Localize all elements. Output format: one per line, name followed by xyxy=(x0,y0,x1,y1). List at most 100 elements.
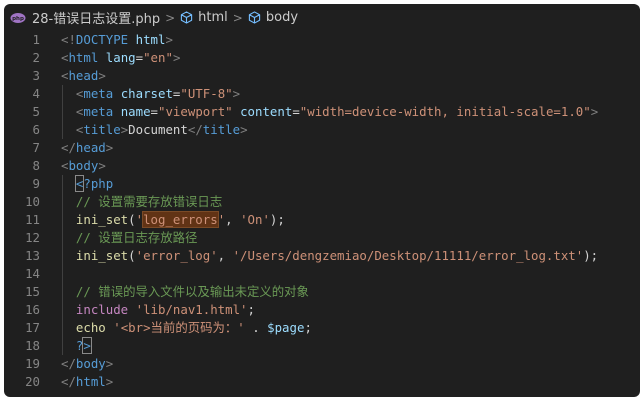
code-token: ); xyxy=(269,212,285,227)
breadcrumb-separator: > xyxy=(232,10,243,25)
code-line[interactable]: 18 ?> xyxy=(4,337,640,355)
code-token: </ xyxy=(61,374,76,389)
line-number: 5 xyxy=(32,104,40,119)
code-text: <title>Document</title> xyxy=(61,121,248,139)
line-number: 18 xyxy=(25,338,40,353)
code-token: title xyxy=(83,122,121,137)
code-line[interactable]: 4 <meta charset="UTF-8"> xyxy=(4,85,640,103)
code-line[interactable]: 11 ini_set('log_errors', 'On'); xyxy=(4,211,640,229)
code-token: content xyxy=(240,104,293,119)
code-line[interactable]: 6 <title>Document</title> xyxy=(4,121,640,139)
line-number: 10 xyxy=(25,194,40,209)
code-token: 'error_log' xyxy=(135,248,218,263)
code-token: echo xyxy=(75,320,106,335)
code-line[interactable]: 15 // 错误的导入文件以及输出未定义的对象 xyxy=(4,283,640,301)
line-number: 2 xyxy=(32,50,40,65)
code-token: '/Users/dengzemiao/Desktop/11111/error_l… xyxy=(232,248,584,263)
code-token: body xyxy=(75,356,106,371)
code-token: include xyxy=(75,302,129,317)
breadcrumb-file[interactable]: php 28-错误日志设置.php xyxy=(10,8,160,27)
code-token: html xyxy=(135,32,166,47)
code-token: // 设置日志存放路径 xyxy=(75,230,198,245)
code-line[interactable]: 5 <meta name="viewport" content="width=d… xyxy=(4,103,640,121)
line-number: 16 xyxy=(25,302,40,317)
code-token: // 错误的导入文件以及输出未定义的对象 xyxy=(75,284,309,299)
indent-guide xyxy=(62,265,63,283)
svg-text:php: php xyxy=(12,16,24,22)
code-line[interactable]: 13 ini_set('error_log', '/Users/dengzemi… xyxy=(4,247,640,265)
line-number: 8 xyxy=(32,158,40,173)
code-token: "en" xyxy=(143,50,173,65)
code-line[interactable]: 3 <head> xyxy=(4,67,640,85)
code-token: "viewport" xyxy=(158,104,233,119)
code-token: ; xyxy=(247,302,255,317)
line-number: 4 xyxy=(32,86,40,101)
code-token: > xyxy=(590,104,599,119)
code-line[interactable]: 12 // 设置日志存放路径 xyxy=(4,229,640,247)
line-number: 19 xyxy=(25,356,40,371)
line-number: 6 xyxy=(32,122,40,137)
breadcrumb-item-html[interactable]: html xyxy=(180,10,228,25)
code-line[interactable]: 9 <?php xyxy=(4,175,640,193)
code-text: // 设置日志存放路径 xyxy=(61,229,198,247)
code-line[interactable]: 10 // 设置需要存放错误日志 xyxy=(4,193,640,211)
code-token: > xyxy=(105,374,114,389)
code-line[interactable]: 1 <!DOCTYPE html> xyxy=(4,31,640,49)
code-token: > xyxy=(172,50,181,65)
code-token: > xyxy=(98,68,106,83)
code-text: // 错误的导入文件以及输出未定义的对象 xyxy=(61,283,309,301)
code-text: // 设置需要存放错误日志 xyxy=(61,193,222,211)
code-line[interactable]: 20 </html> xyxy=(4,373,640,391)
breadcrumb-separator: > xyxy=(165,10,176,25)
code-token: head xyxy=(68,68,99,83)
code-text: echo '<br>当前的页码为：' . $page; xyxy=(61,319,312,337)
code-line[interactable]: 2 <html lang="en"> xyxy=(4,49,640,67)
code-token: "UTF-8" xyxy=(180,86,233,101)
line-number: 1 xyxy=(32,32,40,47)
code-line[interactable]: 17 echo '<br>当前的页码为：' . $page; xyxy=(4,319,640,337)
code-line[interactable]: 7 </head> xyxy=(4,139,640,157)
symbol-element-icon xyxy=(248,11,261,24)
breadcrumb-item-label: body xyxy=(265,10,299,25)
code-text: </body> xyxy=(61,355,113,373)
breadcrumb-item-body[interactable]: body xyxy=(248,10,298,25)
code-token: </ xyxy=(61,356,76,371)
code-token: '<br>当前的页码为：' xyxy=(113,320,245,335)
code-token: </ xyxy=(61,140,76,155)
breadcrumb-item-label: html xyxy=(198,10,228,25)
code-token: html xyxy=(75,374,106,389)
code-text: <html lang="en"> xyxy=(61,49,180,67)
code-text: <head> xyxy=(61,67,106,85)
code-line[interactable]: 14 xyxy=(4,265,640,283)
code-token: charset xyxy=(120,86,173,101)
code-token: // 设置需要存放错误日志 xyxy=(75,194,223,209)
code-token: html xyxy=(68,50,99,65)
code-token: $page xyxy=(267,320,305,335)
code-token: > xyxy=(232,86,241,101)
line-number: 14 xyxy=(25,266,40,281)
code-token: > xyxy=(98,158,106,173)
code-line[interactable]: 19 </body> xyxy=(4,355,640,373)
code-token: > xyxy=(105,140,114,155)
code-token: meta xyxy=(83,86,114,101)
code-line[interactable]: 16 include 'lib/nav1.html'; xyxy=(4,301,640,319)
code-token: </ xyxy=(187,122,203,137)
code-text: <meta charset="UTF-8"> xyxy=(61,85,240,103)
code-token: > xyxy=(240,122,248,137)
code-text: </html> xyxy=(61,373,113,391)
code-editor[interactable]: 1 <!DOCTYPE html> 2 <html lang="en"> 3 <head>… xyxy=(4,31,640,391)
code-line[interactable]: 8 <body> xyxy=(4,157,640,175)
code-token: <! xyxy=(61,32,76,47)
